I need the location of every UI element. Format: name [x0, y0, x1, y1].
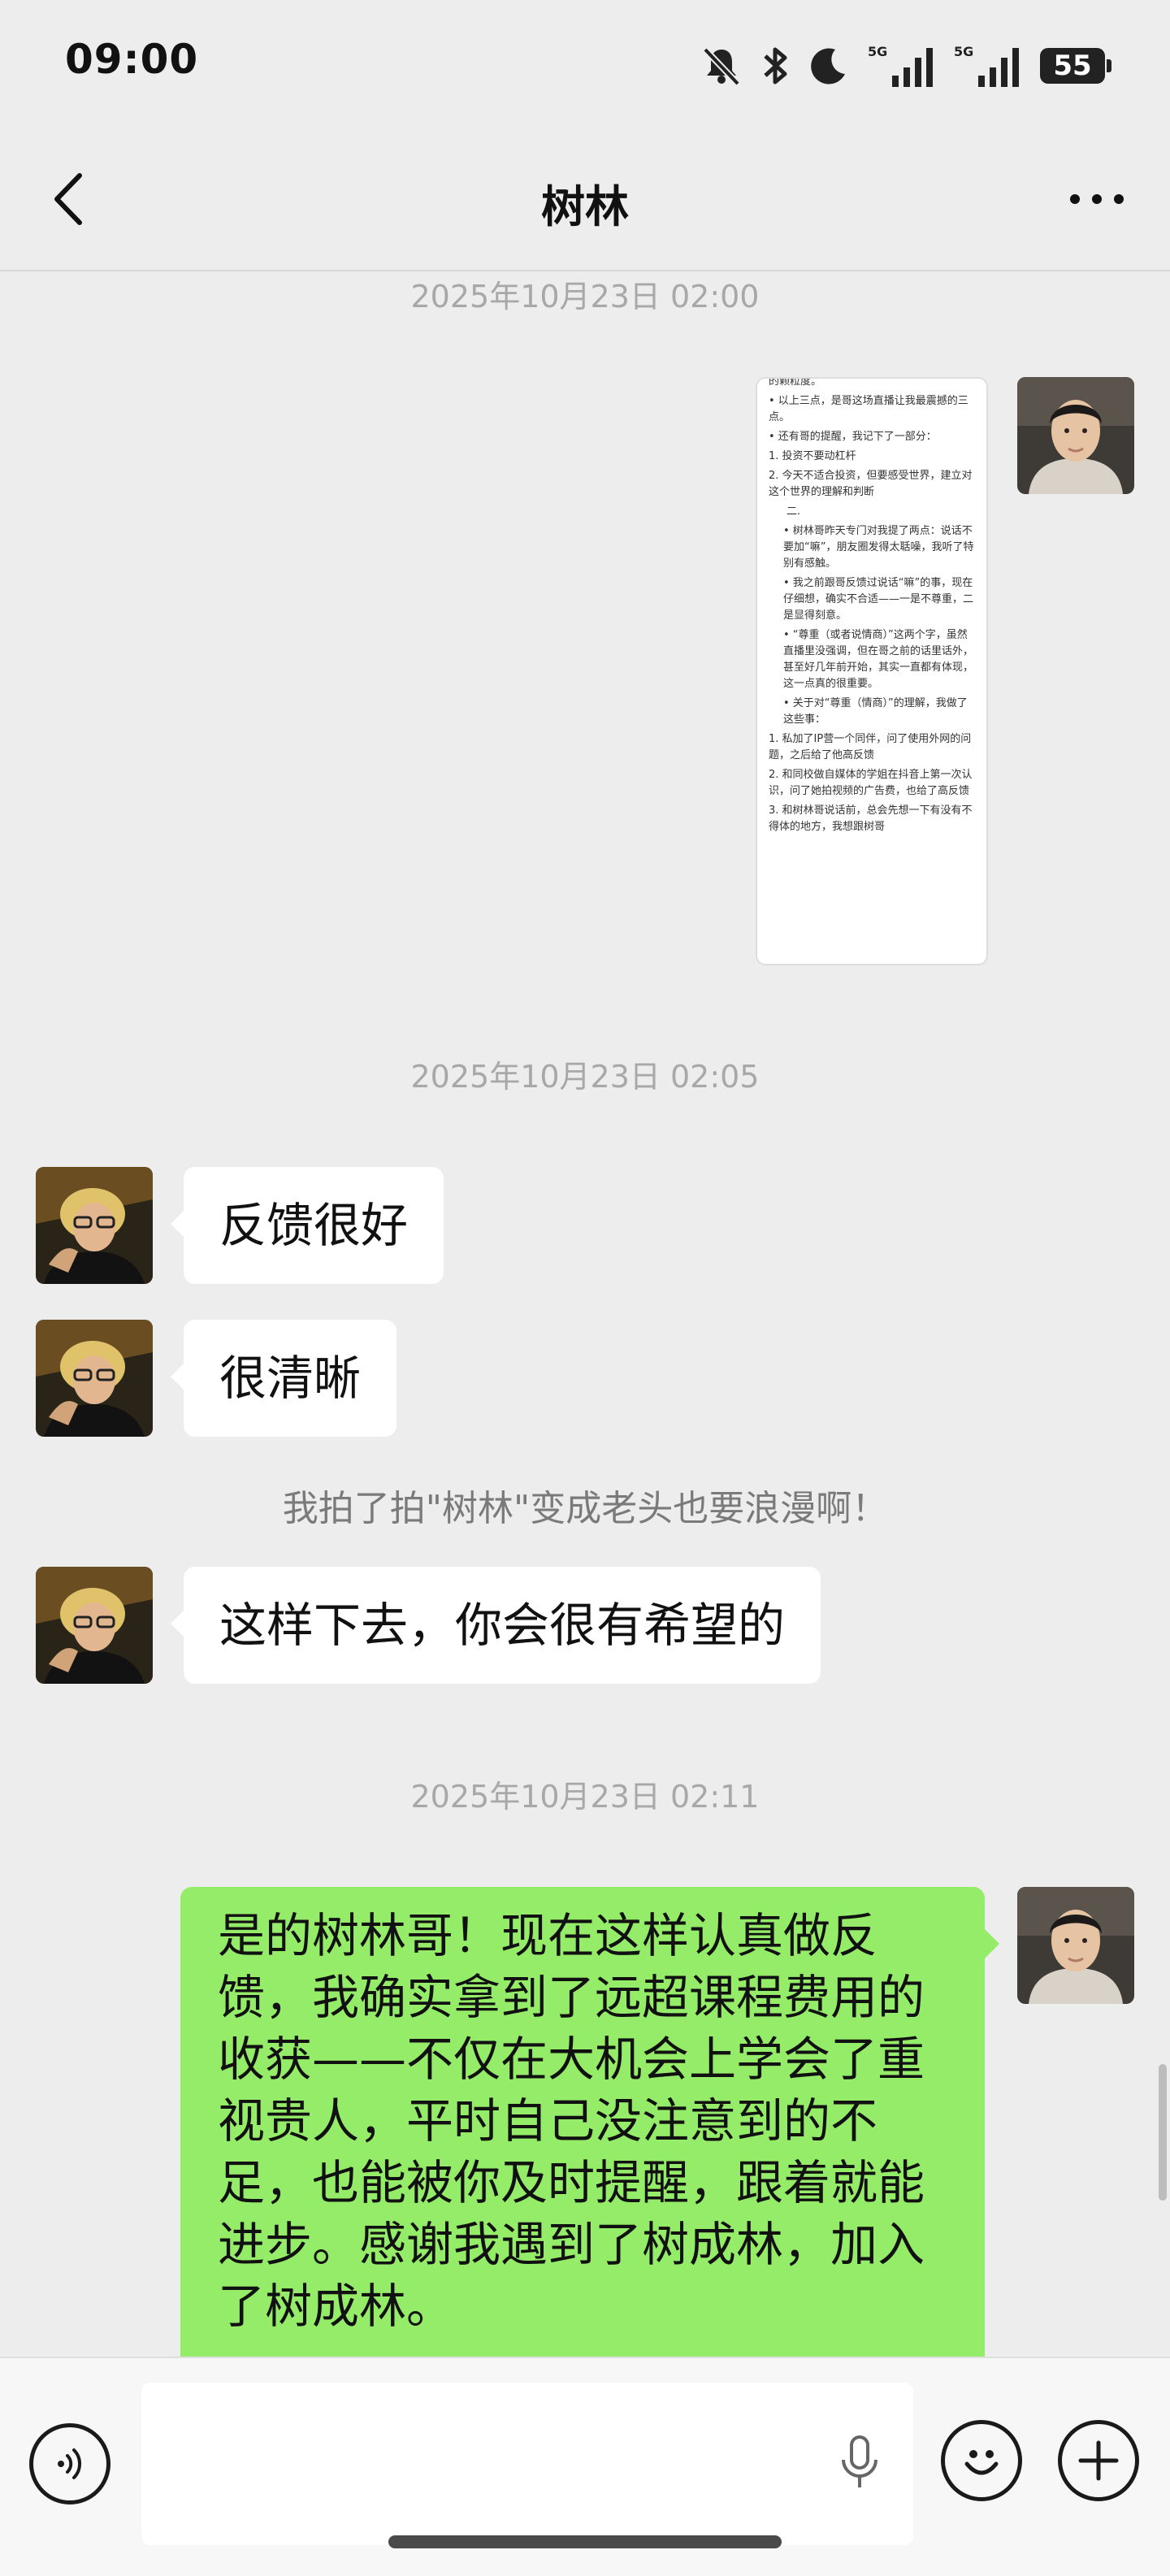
incoming-message-bubble[interactable]: 这样下去，你会很有希望的	[170, 1567, 821, 1684]
status-bar: 09:00 5G 5G 55	[0, 0, 1170, 130]
message-input[interactable]	[141, 2383, 913, 2545]
plus-button[interactable]	[1058, 2420, 1139, 2501]
message-text: 是的树林哥！现在这样认真做反馈，我确实拿到了远超课程费用的收获——不仅在大机会上…	[218, 1908, 925, 2334]
bluetooth-icon	[760, 45, 790, 87]
ellipsis-icon	[1070, 194, 1124, 204]
moon-icon	[808, 45, 850, 87]
signal-5g-icon: 5G	[868, 43, 936, 89]
message-timestamp: 2025年10月23日 02:05	[410, 1059, 760, 1095]
message-text: 反馈很好	[219, 1198, 409, 1253]
chat-header: 树林	[0, 130, 1170, 271]
avatar-photo	[36, 1320, 153, 1437]
plus-icon	[1078, 2440, 1119, 2481]
emoji-face-icon	[964, 2450, 999, 2475]
message-text: 很清晰	[219, 1351, 362, 1406]
mute-bell-icon	[700, 45, 743, 87]
more-button[interactable]	[1056, 163, 1138, 236]
image-text-line: 1. 投资不要动杠杆	[769, 450, 856, 462]
avatar[interactable]	[36, 1567, 153, 1684]
avatar[interactable]	[36, 1320, 153, 1437]
image-text-line: • 树林哥昨天专门对我提了两点：说话不要加“嘛”，朋友圈发得太聒噪，我听了特别有…	[783, 525, 974, 570]
svg-text:5G: 5G	[868, 44, 887, 59]
avatar[interactable]	[1017, 1887, 1134, 2004]
image-text-line: 2. 和同校做自媒体的学姐在抖音上第一次认识，问了她拍视频的广告费，也给了高反馈	[769, 769, 973, 797]
microphone-button[interactable]	[826, 2428, 894, 2496]
chat-title: 树林	[541, 181, 629, 232]
avatar-photo	[36, 1167, 153, 1284]
image-text-content: 的颗粒度。 • 以上三点，是哥这场直播让我最震撼的三点。 • 还有哥的提醒，我记…	[769, 377, 975, 835]
signal-5g-icon: 5G	[954, 43, 1022, 89]
message-text: 这样下去，你会很有希望的	[219, 1598, 786, 1653]
message-timestamp: 2025年10月23日 02:11	[410, 1779, 760, 1815]
voice-toggle-button[interactable]	[29, 2423, 110, 2504]
image-text-line: • 关于对“尊重（情商）”的理解，我做了这些事：	[783, 697, 968, 726]
outgoing-message-bubble[interactable]: 是的树林哥！现在这样认真做反馈，我确实拿到了远超课程费用的收获——不仅在大机会上…	[180, 1887, 999, 2357]
pat-notice: 我拍了拍"树林"变成老头也要浪漫啊！	[282, 1488, 888, 1529]
chat-message-list[interactable]: 2025年10月23日 02:00 的颗粒度。 • 以上三点，是哥这场直播让我最…	[0, 271, 1170, 2357]
message-timestamp: 2025年10月23日 02:00	[410, 279, 760, 314]
image-text-line: • 还有哥的提醒，我记下了一部分：	[769, 431, 937, 443]
outgoing-image-message[interactable]: 的颗粒度。 • 以上三点，是哥这场直播让我最震撼的三点。 • 还有哥的提醒，我记…	[756, 377, 988, 965]
image-text-line: • 我之前跟哥反馈过说话“嘛”的事，现在仔细想，确实不合适——一是不尊重，二是显…	[783, 577, 974, 622]
status-icons: 5G 5G 55	[700, 37, 1112, 94]
incoming-message-bubble[interactable]: 反馈很好	[170, 1167, 444, 1284]
chat-scrollbar[interactable]	[1159, 2064, 1167, 2201]
avatar[interactable]	[36, 1167, 153, 1284]
microphone-icon	[842, 2435, 878, 2487]
incoming-message-bubble[interactable]: 很清晰	[170, 1320, 397, 1437]
image-text-line: 2. 今天不适合投资，但要感受世界，建立对这个世界的理解和判断	[769, 470, 973, 498]
home-indicator[interactable]	[388, 2535, 782, 2548]
avatar[interactable]	[1017, 377, 1134, 494]
battery-icon: 55	[1040, 48, 1112, 84]
image-text-line: • “尊重（或者说情商）”这两个字，虽然直播里没强调，但在哥之前的话里话外，甚至…	[783, 629, 974, 690]
image-text-line: 3. 和树林哥说话前，总会先想一下有没有不得体的地方，我想跟树哥	[769, 804, 973, 833]
battery-level: 55	[1053, 50, 1092, 82]
image-text-line: 的颗粒度。	[769, 377, 822, 388]
image-text-line: 1. 私加了IP营一个同伴，问了使用外网的问题，之后给了他高反馈	[769, 733, 972, 761]
svg-text:5G: 5G	[954, 44, 973, 59]
avatar-photo	[1017, 377, 1134, 494]
voice-wave-icon	[58, 2448, 82, 2479]
image-text-line: • 以上三点，是哥这场直播让我最震撼的三点。	[769, 395, 968, 423]
image-text-line: 二.	[786, 505, 801, 518]
avatar-photo	[1017, 1887, 1134, 2004]
emoji-button[interactable]	[941, 2420, 1022, 2501]
status-time: 09:00	[65, 36, 199, 83]
avatar-photo	[36, 1567, 153, 1684]
